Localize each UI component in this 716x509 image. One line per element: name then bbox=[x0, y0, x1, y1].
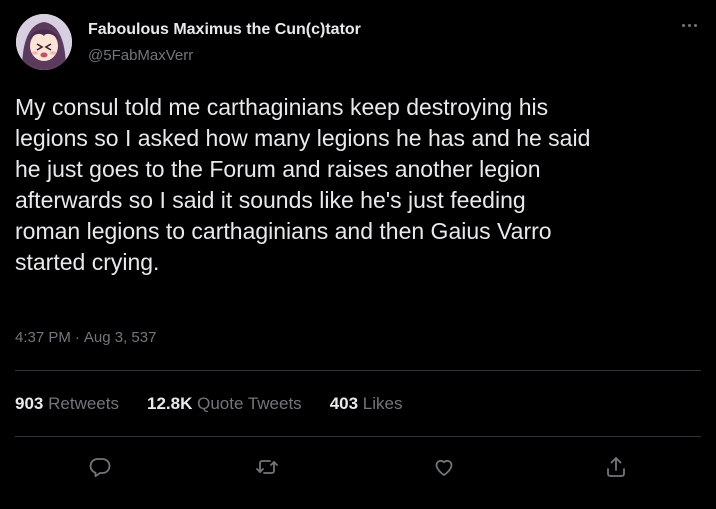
tweet-text: My consul told me carthaginians keep des… bbox=[15, 94, 591, 275]
share-icon[interactable] bbox=[602, 453, 630, 481]
author-handle[interactable]: @5FabMaxVerr bbox=[88, 47, 193, 64]
divider bbox=[15, 436, 701, 437]
divider bbox=[15, 370, 701, 371]
like-icon[interactable] bbox=[430, 453, 458, 481]
avatar-image bbox=[16, 14, 72, 70]
quote-tweets-label: Quote Tweets bbox=[197, 394, 302, 413]
meta-separator: · bbox=[74, 329, 80, 346]
tweet: Faboulous Maximus the Cun(c)tator @5FabM… bbox=[0, 0, 716, 509]
author-display-name[interactable]: Faboulous Maximus the Cun(c)tator bbox=[88, 21, 361, 39]
quote-tweets-count: 12.8K bbox=[146, 394, 193, 413]
retweets-label: Retweets bbox=[48, 394, 119, 413]
retweets-stat[interactable]: 903 Retweets bbox=[15, 394, 119, 414]
likes-label: Likes bbox=[362, 394, 403, 413]
likes-count: 403 bbox=[329, 394, 359, 413]
tweet-stats: 903 Retweets 12.8K Quote Tweets 403 Like… bbox=[15, 394, 430, 414]
avatar[interactable] bbox=[16, 14, 72, 70]
tweet-meta: 4:37 PM · Aug 3, 537 bbox=[15, 329, 156, 346]
likes-stat[interactable]: 403 Likes bbox=[330, 394, 403, 414]
reply-icon[interactable] bbox=[86, 453, 114, 481]
tweet-date[interactable]: Aug 3, 537 bbox=[84, 329, 157, 346]
tweet-time[interactable]: 4:37 PM bbox=[15, 329, 71, 346]
retweets-count: 903 bbox=[15, 394, 44, 413]
quote-tweets-stat[interactable]: 12.8K Quote Tweets bbox=[147, 394, 302, 414]
retweet-icon[interactable] bbox=[253, 453, 281, 481]
more-icon[interactable] bbox=[676, 14, 702, 36]
